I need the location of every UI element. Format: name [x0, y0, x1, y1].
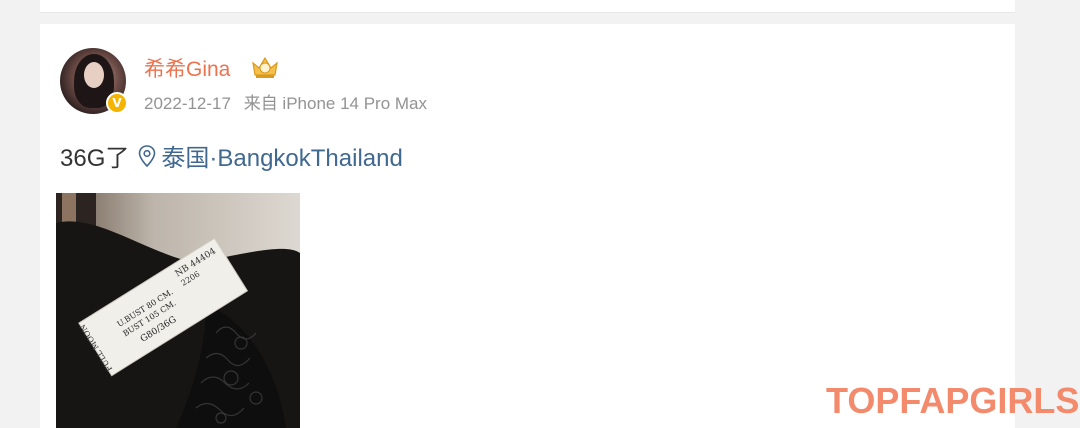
post-body: 36G了 [60, 145, 130, 172]
post-photo[interactable]: NB 44404 2206 U.BUST 80 CM. BUST 105 CM.… [56, 193, 300, 428]
avatar-face [84, 62, 104, 88]
watermark: TOPFAPGIRLS [826, 380, 1080, 421]
previous-post-card [40, 0, 1015, 13]
username-link[interactable]: 希希Gina [144, 53, 230, 83]
crown-icon[interactable] [250, 54, 280, 80]
verified-badge-icon: V [106, 92, 128, 114]
post-source: 来自 iPhone 14 Pro Max [243, 94, 428, 113]
avatar-container[interactable]: V [60, 48, 128, 114]
location-label: 泰国·BangkokThailand [161, 145, 403, 172]
photo-image: NB 44404 2206 U.BUST 80 CM. BUST 105 CM.… [56, 193, 300, 428]
post-text: 36G了 泰国·BangkokThailand [60, 138, 403, 173]
post-meta: 2022-12-17 来自 iPhone 14 Pro Max [144, 89, 427, 114]
post-date[interactable]: 2022-12-17 [144, 94, 231, 113]
location-pin-icon [139, 144, 156, 167]
location-link[interactable]: 泰国·BangkokThailand [137, 138, 403, 173]
post-card: V 希希Gina 2022-12-17 来自 iPhone 14 Pro Max… [40, 24, 1015, 428]
